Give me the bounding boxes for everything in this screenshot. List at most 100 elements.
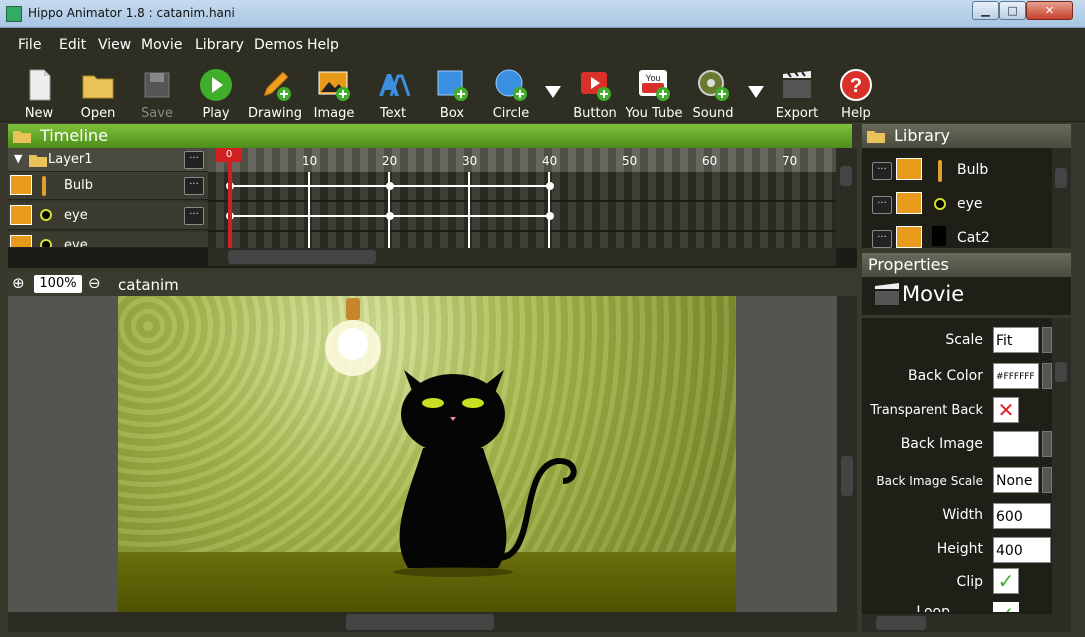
frame-ruler[interactable]: 10 20 30 40 50 60 70 [208, 148, 836, 172]
button-button[interactable]: Button [566, 66, 624, 122]
back-color-picker-button[interactable] [1042, 363, 1052, 389]
text-label: Text [379, 106, 407, 121]
maximize-button[interactable]: □ [999, 1, 1026, 20]
layer-options-button[interactable]: ··· [184, 151, 204, 169]
folder-icon [29, 155, 47, 167]
menu-edit[interactable]: Edit [59, 37, 86, 53]
scroll-grip[interactable] [840, 166, 852, 186]
menu-help[interactable]: Help [307, 37, 339, 53]
item-options-button[interactable]: ··· [872, 230, 892, 248]
current-frame-indicator[interactable]: 0 [216, 148, 242, 162]
library-item-name: Bulb [957, 162, 989, 178]
properties-horizontal-scrollbar[interactable] [862, 614, 1071, 632]
clip-checkbox[interactable]: ✓ [993, 568, 1019, 594]
stage-area[interactable] [8, 296, 837, 612]
stage-canvas[interactable] [118, 296, 736, 612]
transparent-back-checkbox[interactable]: ✕ [993, 397, 1019, 423]
keyframe[interactable] [546, 212, 554, 220]
zoom-out-icon[interactable]: ⊖ [88, 274, 101, 292]
height-field[interactable]: 400 [993, 537, 1051, 563]
timeline-header: Timeline [8, 124, 852, 148]
timeline-vertical-scrollbar[interactable] [836, 148, 857, 248]
cat-scene-illustration[interactable] [118, 296, 736, 612]
image-thumbnail [10, 235, 32, 247]
width-field[interactable]: 600 [993, 503, 1051, 529]
keyframe[interactable] [386, 182, 394, 190]
tick-label: 70 [782, 154, 798, 168]
row-options-button[interactable]: ··· [184, 207, 204, 225]
back-color-field[interactable]: #FFFFFF [993, 363, 1039, 389]
keyframe[interactable] [386, 212, 394, 220]
image-label: Image [313, 106, 355, 121]
help-button[interactable]: ? Help [827, 66, 885, 122]
play-button[interactable]: Play [187, 66, 245, 122]
timeline-row[interactable]: Bulb ··· [8, 172, 208, 200]
stage-vertical-scrollbar[interactable] [837, 296, 857, 612]
menu-demos[interactable]: Demos [254, 37, 303, 53]
timeline-row[interactable]: eye ··· [8, 202, 208, 230]
menu-view[interactable]: View [98, 37, 131, 53]
open-button[interactable]: Open [69, 66, 127, 122]
scroll-grip[interactable] [1055, 362, 1067, 382]
row-options-button[interactable]: ··· [184, 177, 204, 195]
export-button[interactable]: Export [768, 66, 826, 122]
sound-button[interactable]: Sound [684, 66, 742, 122]
scroll-thumb[interactable] [346, 614, 494, 630]
minimize-button[interactable]: ▁ [972, 1, 999, 20]
back-image-browse-button[interactable] [1042, 431, 1052, 457]
scroll-grip[interactable] [1055, 168, 1067, 188]
scale-field[interactable]: Fit [993, 327, 1039, 353]
timeline-frames[interactable]: 10 20 30 40 50 60 70 0 [208, 148, 836, 248]
zoom-in-icon[interactable]: ⊕ [12, 274, 25, 292]
scroll-grip[interactable] [841, 456, 853, 496]
library-scrollbar[interactable] [1052, 148, 1071, 248]
library-item[interactable]: ··· eye [862, 188, 1052, 222]
image-thumbnail [10, 205, 32, 225]
layer-row[interactable]: ▼ Layer1 ··· [8, 148, 208, 172]
menu-movie[interactable]: Movie [141, 37, 182, 53]
playhead[interactable] [228, 148, 232, 248]
close-button[interactable]: ✕ [1026, 1, 1073, 20]
library-item[interactable]: ··· Cat2 [862, 222, 1052, 248]
save-button[interactable]: Save [128, 66, 186, 122]
shapes-dropdown-arrow[interactable] [545, 86, 561, 98]
scroll-thumb[interactable] [876, 616, 926, 630]
new-button[interactable]: New [10, 66, 68, 122]
loop-checkbox[interactable]: ✓ [993, 602, 1019, 612]
scroll-thumb[interactable] [228, 250, 376, 264]
youtube-button[interactable]: You You Tube [625, 66, 683, 122]
help-label: Help [841, 106, 871, 121]
timeline-row[interactable]: eye [8, 232, 208, 248]
menu-library[interactable]: Library [195, 37, 244, 53]
text-button[interactable]: Text [364, 66, 422, 122]
height-label: Height [936, 541, 983, 557]
circle-button[interactable]: Circle [482, 66, 540, 122]
menu-bar: File Edit View Movie Library Demos Help [0, 28, 1085, 62]
image-thumbnail [896, 226, 922, 248]
library-item[interactable]: ··· Bulb [862, 154, 1052, 188]
media-dropdown-arrow[interactable] [748, 86, 764, 98]
item-options-button[interactable]: ··· [872, 196, 892, 214]
scale-dropdown-button[interactable] [1042, 327, 1052, 353]
properties-scrollbar[interactable] [1052, 318, 1071, 614]
box-button[interactable]: Box [423, 66, 481, 122]
cat-icon [932, 226, 946, 246]
frame-track[interactable] [208, 232, 836, 248]
back-image-scale-dropdown[interactable] [1042, 467, 1052, 493]
new-label: New [24, 106, 54, 121]
back-image-scale-field[interactable]: None [993, 467, 1039, 493]
folder-icon [867, 131, 885, 143]
menu-file[interactable]: File [18, 37, 41, 53]
collapse-arrow-icon[interactable]: ▼ [14, 152, 22, 165]
image-button[interactable]: Image [305, 66, 363, 122]
zoom-field[interactable]: 100% [34, 275, 82, 293]
play-icon [200, 69, 232, 101]
item-options-button[interactable]: ··· [872, 162, 892, 180]
timeline-horizontal-scrollbar[interactable] [208, 248, 836, 266]
back-image-field[interactable] [993, 431, 1039, 457]
clapperboard-icon [783, 71, 811, 98]
image-thumbnail [896, 158, 922, 180]
stage-horizontal-scrollbar[interactable] [8, 612, 857, 632]
drawing-button[interactable]: Drawing [246, 66, 304, 122]
keyframe[interactable] [546, 182, 554, 190]
